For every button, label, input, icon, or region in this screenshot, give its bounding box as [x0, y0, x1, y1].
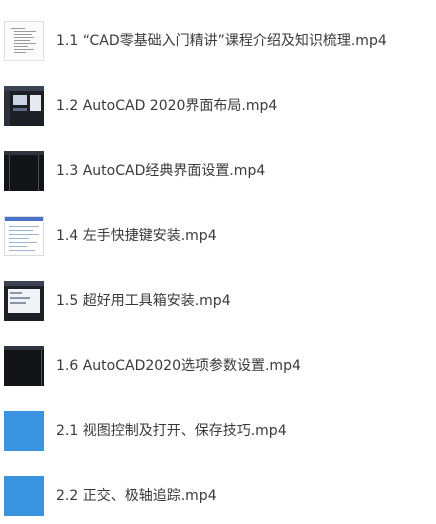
autocad-classic-ui-thumbnail	[4, 151, 44, 191]
document-outline-thumbnail	[4, 21, 44, 61]
file-name: 1.6 AutoCAD2020选项参数设置.mp4	[56, 358, 301, 374]
autocad-black-canvas-thumbnail	[4, 346, 44, 386]
file-row-2[interactable]: 1.2 AutoCAD 2020界面布局.mp4	[0, 86, 436, 134]
autocad-dark-ui-thumbnail	[4, 86, 44, 126]
video-file-list: 1.1 “CAD零基础入门精讲”课程介绍及知识梳理.mp4 1.2 AutoCA…	[0, 0, 436, 516]
file-name: 1.1 “CAD零基础入门精讲”课程介绍及知识梳理.mp4	[56, 33, 387, 49]
video-placeholder-thumbnail	[4, 411, 44, 451]
file-row-3[interactable]: 1.3 AutoCAD经典界面设置.mp4	[0, 151, 436, 199]
video-placeholder-thumbnail	[4, 476, 44, 516]
file-row-5[interactable]: 1.5 超好用工具箱安装.mp4	[0, 281, 436, 329]
toolbox-dialog-thumbnail	[4, 281, 44, 321]
file-name: 1.4 左手快捷键安装.mp4	[56, 228, 217, 244]
file-row-7[interactable]: 2.1 视图控制及打开、保存技巧.mp4	[0, 411, 436, 459]
file-name: 2.2 正交、极轴追踪.mp4	[56, 488, 217, 504]
file-row-8[interactable]: 2.2 正交、极轴追踪.mp4	[0, 476, 436, 524]
file-name: 1.3 AutoCAD经典界面设置.mp4	[56, 163, 266, 179]
file-name: 2.1 视图控制及打开、保存技巧.mp4	[56, 423, 287, 439]
file-name: 1.2 AutoCAD 2020界面布局.mp4	[56, 98, 278, 114]
shortcut-table-thumbnail	[4, 216, 44, 256]
file-row-4[interactable]: 1.4 左手快捷键安装.mp4	[0, 216, 436, 264]
file-row-1[interactable]: 1.1 “CAD零基础入门精讲”课程介绍及知识梳理.mp4	[0, 21, 436, 69]
file-name: 1.5 超好用工具箱安装.mp4	[56, 293, 231, 309]
file-row-6[interactable]: 1.6 AutoCAD2020选项参数设置.mp4	[0, 346, 436, 394]
